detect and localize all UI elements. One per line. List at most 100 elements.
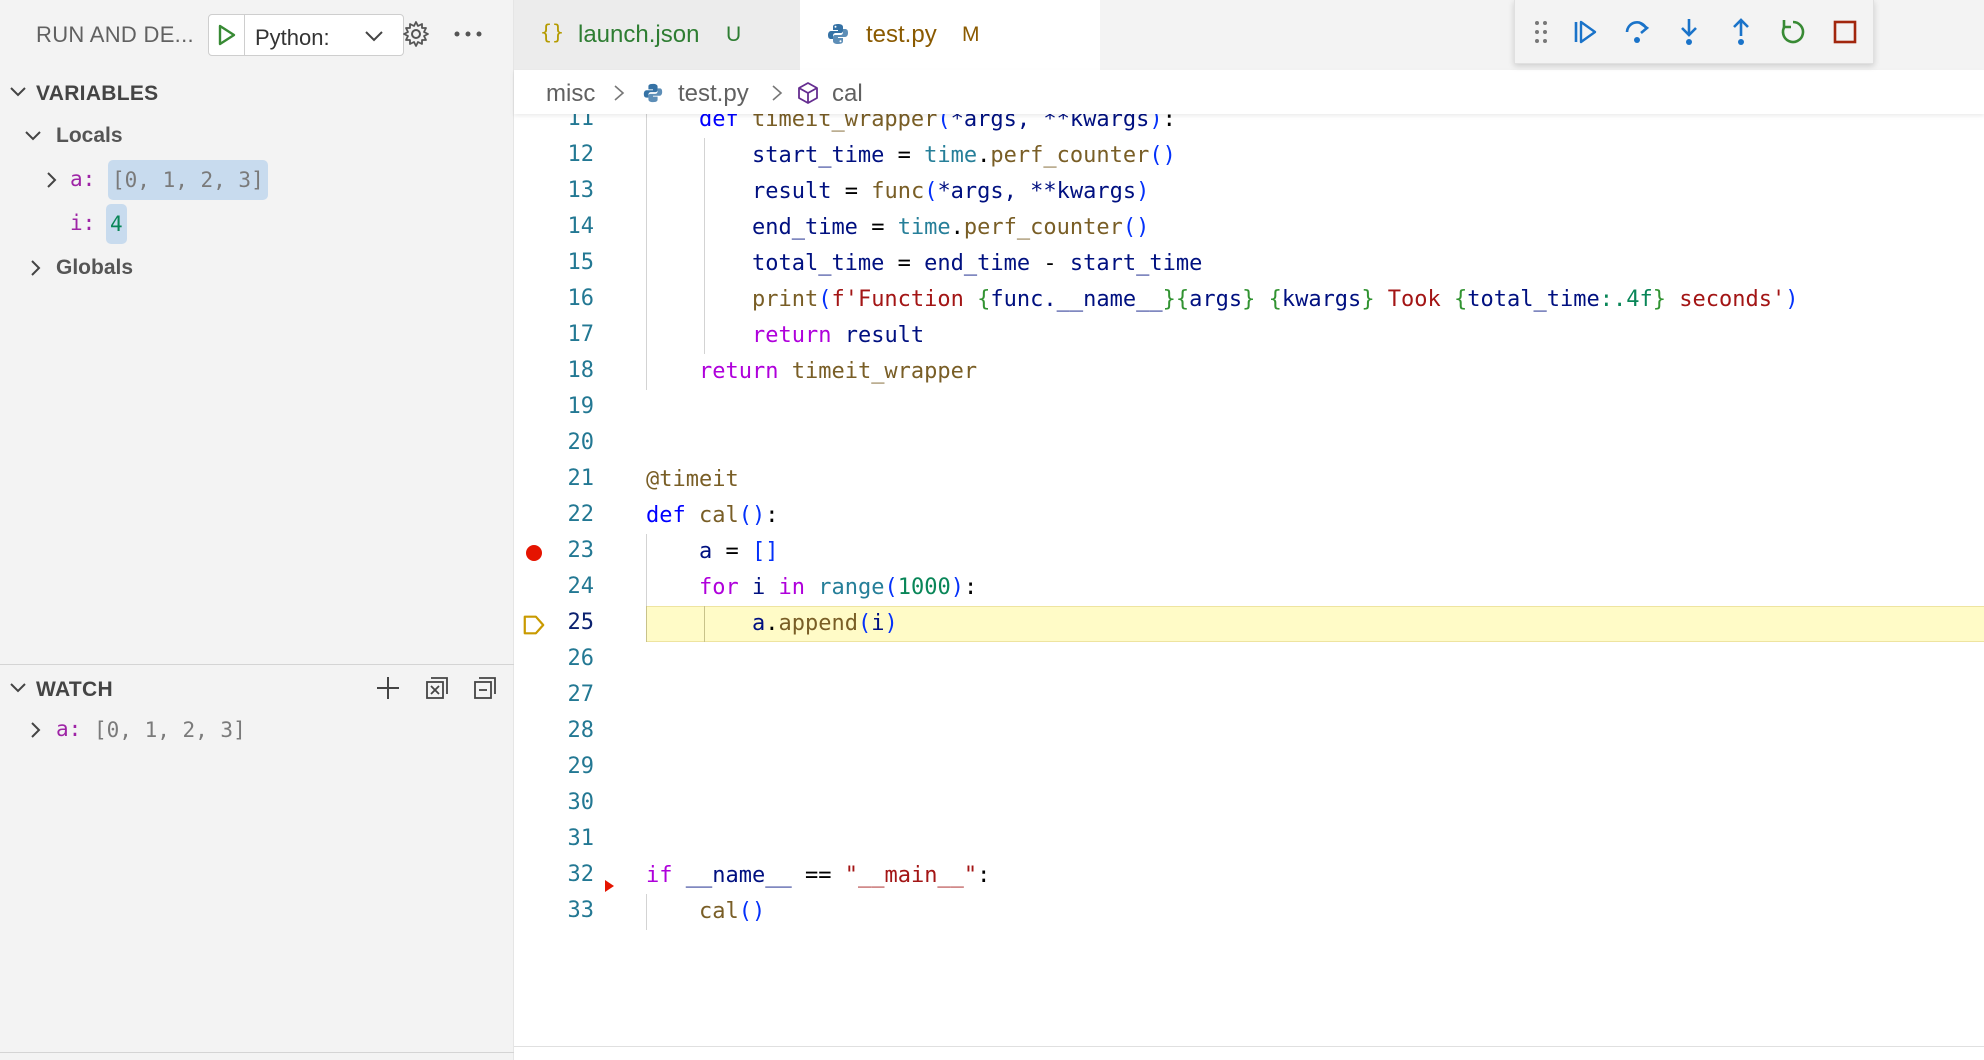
code-text: a.append(i) — [751, 611, 898, 636]
tab-label: launch.json — [578, 21, 700, 48]
code-line: 18 return timeit_wrapper — [514, 354, 1984, 390]
variable-value: 4 — [106, 204, 127, 244]
line-number: 33 — [567, 898, 595, 923]
variable-row-a[interactable]: a: [0, 1, 2, 3] — [0, 158, 514, 202]
line-number: 14 — [567, 214, 595, 239]
code-line: 28 — [514, 714, 1984, 750]
chevron-right-icon — [24, 257, 46, 279]
panel-divider — [0, 1052, 514, 1053]
code-line: 29 — [514, 750, 1984, 786]
code-line: 26 — [514, 642, 1984, 678]
code-text: start_time = time.perf_counter() — [751, 143, 1176, 168]
tree-item-globals[interactable]: Globals — [0, 246, 514, 290]
code-text: print(f'Function {func.__name__}{args} {… — [751, 287, 1799, 312]
line-number: 25 — [567, 610, 595, 635]
line-number: 29 — [567, 754, 595, 779]
variable-row-i[interactable]: i: 4 — [0, 202, 514, 246]
run-marker-icon[interactable] — [602, 878, 616, 894]
more-actions-icon[interactable] — [450, 18, 486, 50]
json-icon: {} — [540, 20, 565, 44]
chevron-right-icon — [768, 83, 786, 103]
code-line: 27 — [514, 678, 1984, 714]
stop-icon[interactable] — [1827, 14, 1863, 50]
tab-launch-json[interactable]: {} launch.json U — [514, 0, 800, 70]
play-icon — [218, 24, 235, 46]
chevron-down-icon — [6, 676, 30, 700]
add-expression-icon[interactable] — [372, 672, 404, 704]
symbol-method-icon — [796, 81, 820, 110]
section-divider[interactable] — [0, 664, 514, 665]
code-line: 22 def cal(): — [514, 498, 1984, 534]
code-text: return timeit_wrapper — [698, 359, 978, 384]
breadcrumb-folder[interactable]: misc — [546, 80, 595, 108]
line-number: 31 — [567, 826, 595, 851]
code-text: return result — [751, 323, 925, 348]
code-line: 19 — [514, 390, 1984, 426]
gear-icon[interactable] — [400, 18, 432, 50]
variable-value: [0, 1, 2, 3] — [108, 160, 268, 200]
chevron-right-icon[interactable] — [40, 169, 62, 191]
watch-expression-name: a: — [56, 717, 82, 741]
code-line: 14 end_time = time.perf_counter() — [514, 210, 1984, 246]
step-out-icon[interactable] — [1723, 14, 1759, 50]
step-over-icon[interactable] — [1619, 14, 1655, 50]
code-line: 13 result = func(*args, **kwargs) — [514, 174, 1984, 210]
remove-all-expressions-icon[interactable] — [469, 672, 501, 704]
collapse-all-icon[interactable] — [421, 672, 453, 704]
watch-item-a[interactable]: a: [0, 1, 2, 3] — [0, 708, 514, 752]
variables-title: VARIABLES — [36, 82, 159, 105]
globals-label: Globals — [56, 256, 134, 279]
current-execution-line: 25 a.append(i) — [514, 606, 1984, 642]
line-number: 20 — [567, 430, 595, 455]
line-number: 17 — [567, 322, 595, 347]
line-number: 27 — [567, 682, 595, 707]
git-status-badge: U — [726, 23, 742, 46]
code-text: end_time = time.perf_counter() — [751, 215, 1150, 240]
start-debugging-button[interactable] — [209, 15, 245, 55]
line-number: 15 — [567, 250, 595, 275]
variables-section-header[interactable]: VARIABLES — [0, 72, 514, 112]
breadcrumb-symbol[interactable]: cal — [832, 80, 863, 108]
breadcrumb-file[interactable]: test.py — [678, 80, 749, 108]
line-number: 13 — [567, 178, 595, 203]
line-number: 12 — [567, 142, 595, 167]
chevron-right-icon[interactable] — [24, 719, 46, 741]
tab-test-py[interactable]: test.py M — [800, 0, 1100, 70]
line-number: 26 — [567, 646, 595, 671]
line-number: 23 — [567, 538, 595, 563]
code-line: 31 — [514, 822, 1984, 858]
code-text: if __name__ == "__main__": — [646, 863, 991, 888]
restart-icon[interactable] — [1775, 14, 1811, 50]
python-icon — [642, 82, 664, 109]
code-text: total_time = end_time - start_time — [751, 251, 1203, 276]
code-line: 16 print(f'Function {func.__name__}{args… — [514, 282, 1984, 318]
code-line: 23 a = [] — [514, 534, 1984, 570]
chevron-down-icon — [6, 80, 30, 104]
launch-config-selector[interactable]: Python: — [208, 14, 404, 56]
line-number: 16 — [567, 286, 595, 311]
code-editor[interactable]: 11 def timeit_wrapper(*args, **kwargs): … — [514, 102, 1984, 1042]
code-text: for i in range(1000): — [698, 575, 978, 600]
breadcrumb: misc test.py cal — [514, 70, 1984, 114]
code-line: 30 — [514, 786, 1984, 822]
continue-icon[interactable] — [1567, 14, 1603, 50]
code-text: @timeit — [646, 467, 739, 492]
step-into-icon[interactable] — [1671, 14, 1707, 50]
tree-item-locals[interactable]: Locals — [0, 114, 514, 158]
watch-expression-value: [0, 1, 2, 3] — [94, 718, 246, 742]
line-number: 30 — [567, 790, 595, 815]
chevron-down-icon[interactable] — [359, 21, 389, 51]
watch-title: WATCH — [36, 678, 113, 701]
line-number: 19 — [567, 394, 595, 419]
editor-area: {} launch.json U test.py M misc test.py … — [514, 0, 1984, 1060]
code-line: 15 total_time = end_time - start_time — [514, 246, 1984, 282]
line-number: 32 — [567, 862, 595, 887]
drag-handle-icon[interactable] — [1529, 14, 1553, 50]
line-number: 28 — [567, 718, 595, 743]
debug-toolbar — [1514, 0, 1874, 64]
code-line: 17 return result — [514, 318, 1984, 354]
code-text: a = [] — [698, 539, 779, 564]
code-line: 12 start_time = time.perf_counter() — [514, 138, 1984, 174]
chevron-right-icon — [610, 83, 628, 103]
code-text: cal() — [698, 899, 766, 924]
